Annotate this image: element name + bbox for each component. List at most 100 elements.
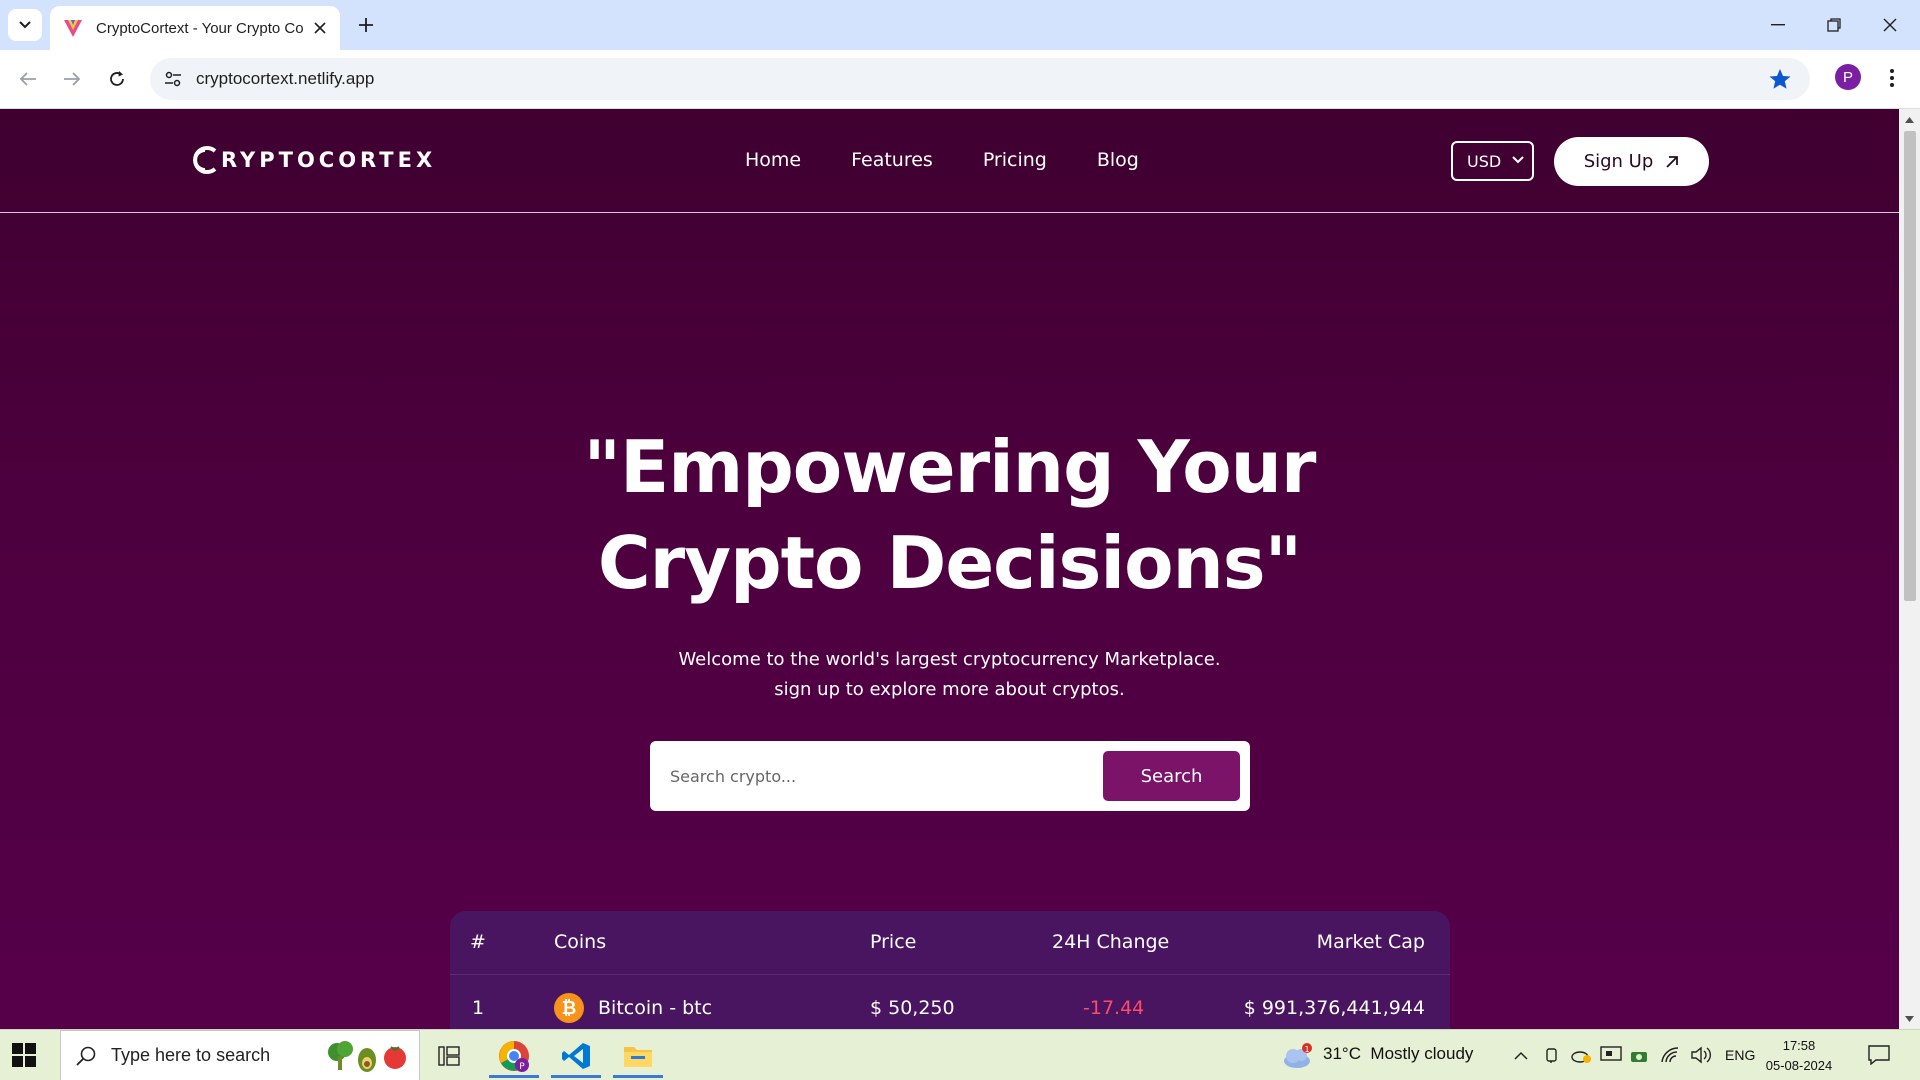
crypto-search-input[interactable] <box>670 759 1070 793</box>
scroll-down-icon[interactable] <box>1904 1014 1915 1024</box>
windows-taskbar: Type here to search P 1 31°C Mostly clou… <box>0 1029 1920 1080</box>
browser-toolbar: cryptocortext.netlify.app P <box>0 50 1920 109</box>
address-bar[interactable]: cryptocortext.netlify.app <box>150 58 1810 100</box>
crypto-search-form: Search <box>650 741 1250 811</box>
volume-icon[interactable] <box>1690 1046 1712 1064</box>
taskbar-chrome[interactable]: P <box>485 1033 543 1078</box>
col-rank: # <box>470 931 486 953</box>
site-favicon-icon <box>64 20 82 37</box>
close-window-button[interactable] <box>1862 0 1918 50</box>
browser-tab-active[interactable]: CryptoCortext - Your Crypto Co <box>50 6 340 50</box>
arrow-left-icon <box>19 72 36 86</box>
forward-button[interactable] <box>56 63 88 95</box>
col-price: Price <box>870 931 917 953</box>
signup-label: Sign Up <box>1583 151 1654 172</box>
folder-icon <box>624 1046 652 1067</box>
arrow-right-icon <box>64 72 81 86</box>
page-scrollbar[interactable] <box>1899 109 1920 1029</box>
reload-icon <box>110 71 124 86</box>
hero-subtitle: Welcome to the world's largest cryptocur… <box>0 645 1899 705</box>
search-button[interactable]: Search <box>1103 751 1240 801</box>
windows-start-icon[interactable] <box>12 1043 36 1067</box>
task-view-button[interactable] <box>420 1033 478 1078</box>
crypto-table: # Coins Price 24H Change Market Cap 1 ₿ … <box>450 911 1450 1029</box>
tune-icon <box>165 71 181 87</box>
minimize-icon <box>1771 24 1785 26</box>
security-icon[interactable] <box>1630 1048 1650 1064</box>
close-icon <box>314 22 326 34</box>
task-view-icon <box>438 1045 460 1066</box>
nav-features[interactable]: Features <box>851 149 933 171</box>
arrow-up-right-icon <box>1666 155 1679 168</box>
taskbar-file-explorer[interactable] <box>609 1033 667 1078</box>
currency-select[interactable]: USD <box>1451 141 1534 181</box>
notifications-icon[interactable] <box>1868 1045 1890 1065</box>
row-price: $ 50,250 <box>870 997 955 1019</box>
nav-home[interactable]: Home <box>745 149 801 171</box>
bitcoin-icon: ₿ <box>554 993 584 1023</box>
taskbar-vscode[interactable] <box>547 1033 605 1078</box>
site-info-button[interactable] <box>158 64 188 94</box>
svg-text:P: P <box>519 1062 525 1072</box>
reload-button[interactable] <box>101 63 133 95</box>
nav-pricing[interactable]: Pricing <box>983 149 1047 171</box>
chevron-down-icon <box>19 21 31 29</box>
new-tab-button[interactable] <box>352 11 380 39</box>
site-logo[interactable]: RYPTOCORTEX <box>193 145 436 175</box>
scroll-thumb[interactable] <box>1904 131 1916 601</box>
hero-title: "Empowering Your Crypto Decisions" <box>0 419 1899 611</box>
browser-menu-button[interactable] <box>1880 63 1904 93</box>
weather-badge: 1 <box>1304 1045 1309 1054</box>
meet-now-icon[interactable] <box>1545 1047 1559 1065</box>
nav-blog[interactable]: Blog <box>1097 149 1139 171</box>
search-highlight-icon <box>328 1041 406 1072</box>
clock-date: 05-08-2024 <box>1765 1058 1833 1073</box>
tab-close-button[interactable] <box>310 18 330 38</box>
signup-button[interactable]: Sign Up <box>1554 137 1709 186</box>
onedrive-icon[interactable] <box>1570 1046 1592 1064</box>
site-header: RYPTOCORTEX Home Features Pricing Blog U… <box>0 109 1899 213</box>
clock-time: 17:58 <box>1782 1038 1816 1053</box>
col-market-cap: Market Cap <box>1316 931 1425 953</box>
logo-text: RYPTOCORTEX <box>221 148 437 172</box>
wifi-icon[interactable] <box>1660 1046 1680 1064</box>
col-coins: Coins <box>554 931 607 953</box>
system-clock[interactable]: 17:58 05-08-2024 <box>1764 1036 1834 1076</box>
bookmark-star-icon[interactable] <box>1768 67 1792 91</box>
plus-icon <box>359 18 373 32</box>
tab-search-button[interactable] <box>8 9 42 41</box>
restore-button[interactable] <box>1806 0 1862 50</box>
chevron-up-icon[interactable] <box>1514 1051 1528 1061</box>
hero-title-line1: "Empowering Your <box>583 425 1317 509</box>
chrome-icon: P <box>499 1040 529 1072</box>
col-24h-change: 24H Change <box>1052 931 1170 953</box>
row-change: -17.44 <box>1083 997 1145 1019</box>
minimize-button[interactable] <box>1750 0 1806 50</box>
scroll-up-icon[interactable] <box>1904 115 1915 125</box>
weather-text[interactable]: 31°C Mostly cloudy <box>1323 1044 1473 1064</box>
profile-avatar[interactable]: P <box>1835 64 1861 90</box>
display-icon[interactable] <box>1600 1046 1622 1064</box>
hero-subtitle-line1: Welcome to the world's largest cryptocur… <box>678 649 1221 670</box>
close-icon <box>1883 18 1897 32</box>
more-vertical-icon <box>1890 69 1894 87</box>
currency-value: USD <box>1467 151 1502 171</box>
taskbar-search-placeholder: Type here to search <box>111 1045 271 1065</box>
page-viewport: RYPTOCORTEX Home Features Pricing Blog U… <box>0 109 1899 1029</box>
restore-icon <box>1827 18 1841 32</box>
table-header: # Coins Price 24H Change Market Cap <box>450 911 1450 975</box>
back-button[interactable] <box>12 63 44 95</box>
language-indicator[interactable]: ENG <box>1725 1047 1755 1063</box>
row-rank: 1 <box>472 997 485 1019</box>
chevron-down-icon <box>1512 156 1524 164</box>
weather-cloud-icon[interactable]: 1 <box>1282 1043 1312 1069</box>
row-coin: Bitcoin - btc <box>598 997 713 1019</box>
main-nav: Home Features Pricing Blog <box>745 149 1139 171</box>
taskbar-search[interactable]: Type here to search <box>60 1030 420 1080</box>
browser-tab-strip: CryptoCortext - Your Crypto Co <box>0 0 1920 50</box>
search-icon <box>76 1046 96 1066</box>
tab-title: CryptoCortext - Your Crypto Co <box>96 19 304 37</box>
logo-c-icon <box>193 146 217 174</box>
row-market-cap: $ 991,376,441,944 <box>1243 997 1425 1019</box>
hero-title-line2: Crypto Decisions" <box>597 521 1302 605</box>
